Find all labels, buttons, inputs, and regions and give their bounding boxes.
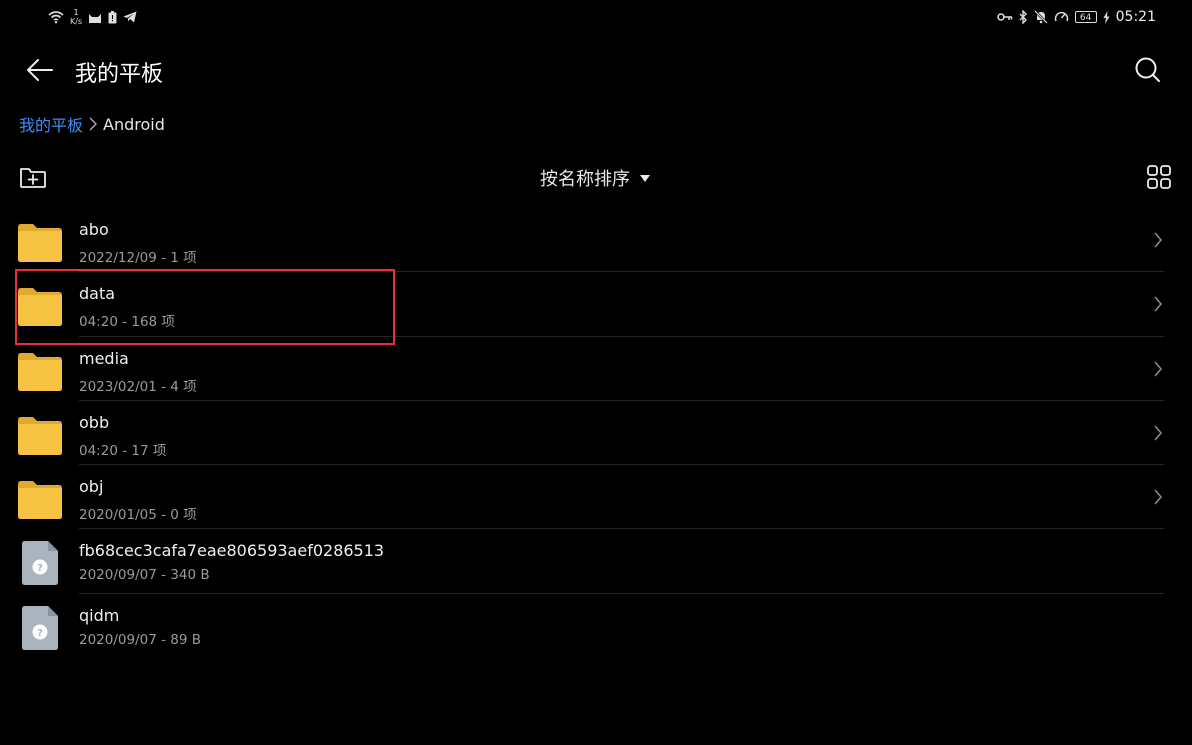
- status-right: 64 05:21: [996, 9, 1156, 25]
- file-meta: 2022/12/09 - 1 项: [79, 250, 197, 266]
- network-speed-value: 1: [73, 8, 79, 17]
- file-name: data: [79, 284, 116, 304]
- key-icon: [996, 13, 1012, 21]
- breadcrumb: 我的平板 Android: [19, 112, 165, 136]
- dropdown-arrow-icon: [640, 174, 650, 182]
- bluetooth-icon: [1019, 10, 1027, 24]
- clock: 05:21: [1115, 9, 1156, 25]
- battery-level: 64: [1074, 11, 1097, 23]
- breadcrumb-root[interactable]: 我的平板: [19, 112, 83, 136]
- grid-view-icon: [1147, 165, 1171, 189]
- folder-icon: [18, 288, 62, 327]
- charging-icon: [1103, 10, 1110, 24]
- folder-icon: [18, 352, 62, 391]
- toolbar: 按名称排序: [0, 156, 1192, 200]
- network-speed: 1 K/s: [70, 8, 82, 26]
- unknown-file-icon: ?: [22, 541, 58, 586]
- cat-icon: [89, 13, 102, 23]
- unknown-file-icon: ?: [22, 605, 58, 650]
- page-title: 我的平板: [75, 62, 164, 87]
- svg-text:?: ?: [37, 628, 43, 639]
- sort-dropdown[interactable]: 按名称排序: [540, 165, 650, 191]
- breadcrumb-current: Android: [103, 114, 165, 134]
- file-name: obj: [79, 477, 104, 497]
- file-meta: 04:20 - 168 项: [79, 314, 175, 331]
- status-left: 1 K/s: [48, 8, 137, 26]
- telegram-icon: [123, 11, 137, 23]
- search-button[interactable]: [1132, 54, 1164, 86]
- title-bar: 我的平板: [0, 44, 1192, 96]
- list-item-qidm[interactable]: ? qidm 2020/09/07 - 89 B: [0, 594, 1192, 658]
- gauge-icon: [1054, 11, 1068, 22]
- chevron-right-icon: [1154, 296, 1163, 312]
- folder-icon: [18, 416, 62, 455]
- list-item-data[interactable]: data 04:20 - 168 项: [0, 272, 1192, 337]
- sort-label: 按名称排序: [540, 169, 630, 190]
- folder-icon: [18, 224, 62, 262]
- wifi-icon: [48, 11, 64, 24]
- list-item-obj[interactable]: obj 2020/01/05 - 0 项: [0, 465, 1192, 530]
- back-button[interactable]: [24, 54, 56, 86]
- chevron-right-icon: [1154, 489, 1163, 505]
- new-folder-icon: [20, 168, 46, 188]
- file-meta: 04:20 - 17 项: [79, 442, 167, 459]
- network-speed-unit: K/s: [70, 17, 83, 26]
- chevron-right-icon: [1154, 361, 1163, 377]
- new-folder-button[interactable]: [18, 164, 48, 190]
- list-item-media[interactable]: media 2023/02/01 - 4 项: [0, 337, 1192, 401]
- file-meta: 2020/09/07 - 89 B: [79, 631, 201, 648]
- mute-bell-icon: [1033, 10, 1048, 24]
- list-item-obb[interactable]: obb 04:20 - 17 项: [0, 401, 1192, 466]
- file-name: abo: [79, 220, 109, 239]
- battery-alert-icon: [108, 10, 117, 23]
- back-arrow-icon: [27, 59, 53, 81]
- file-name: qidm: [79, 605, 120, 625]
- file-name: obb: [79, 412, 110, 432]
- file-name: fb68cec3cafa7eae806593aef0286513: [79, 541, 385, 561]
- folder-icon: [18, 481, 62, 520]
- file-meta: 2023/02/01 - 4 项: [79, 378, 197, 395]
- chevron-right-icon: [89, 117, 98, 131]
- file-meta: 2020/09/07 - 340 B: [79, 567, 210, 584]
- status-bar: 1 K/s 64 05:21: [0, 0, 1192, 36]
- search-icon: [1135, 57, 1160, 82]
- grid-view-button[interactable]: [1146, 164, 1172, 190]
- file-meta: 2020/01/05 - 0 项: [79, 507, 197, 524]
- file-name: media: [79, 348, 129, 368]
- chevron-right-icon: [1154, 232, 1163, 248]
- svg-text:?: ?: [37, 563, 43, 574]
- list-item-abo[interactable]: abo 2022/12/09 - 1 项: [0, 208, 1192, 273]
- chevron-right-icon: [1154, 425, 1163, 441]
- list-item-fb68cec3[interactable]: ? fb68cec3cafa7eae806593aef0286513 2020/…: [0, 529, 1192, 594]
- file-list: abo 2022/12/09 - 1 项 data 04:20 - 168 项 …: [0, 208, 1192, 658]
